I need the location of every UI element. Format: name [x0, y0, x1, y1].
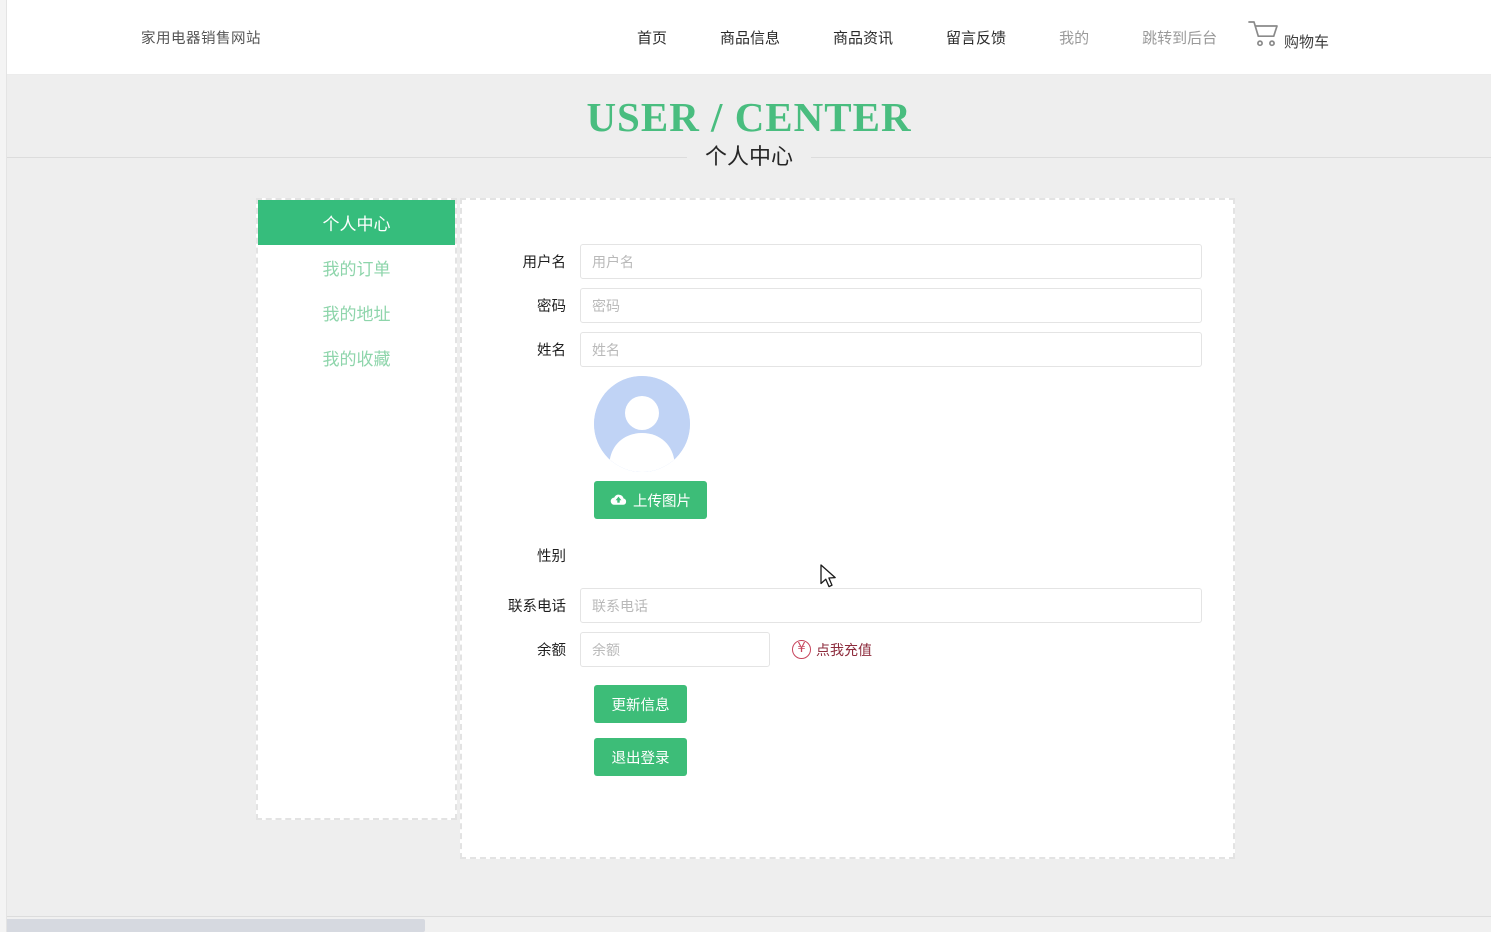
- password-label: 密码: [537, 299, 566, 315]
- phone-input[interactable]: [580, 588, 1202, 623]
- field-row-username: 用户名: [462, 244, 1237, 279]
- gender-options[interactable]: [580, 546, 980, 566]
- sidebar-item-my-address[interactable]: 我的地址: [258, 290, 455, 335]
- yen-circle-icon: ¥: [792, 640, 811, 659]
- username-label: 用户名: [522, 255, 567, 271]
- phone-label: 联系电话: [508, 599, 566, 615]
- fullname-input[interactable]: [580, 332, 1202, 367]
- shopping-cart-icon: [1247, 18, 1281, 50]
- avatar-row: 上传图片: [462, 376, 1237, 519]
- logout-button[interactable]: 退出登录: [594, 738, 687, 776]
- balance-label: 余额: [537, 643, 566, 659]
- field-row-fullname: 姓名: [462, 332, 1237, 367]
- cart-label: 购物车: [1283, 33, 1329, 51]
- user-avatar-placeholder-icon: [594, 376, 690, 472]
- sidebar-item-label: 我的地址: [322, 305, 391, 324]
- sidebar-item-my-orders[interactable]: 我的订单: [258, 245, 455, 290]
- recharge-label: 点我充值: [816, 641, 872, 658]
- username-input[interactable]: [580, 244, 1202, 279]
- fullname-label: 姓名: [537, 343, 566, 359]
- upload-image-button[interactable]: 上传图片: [594, 481, 707, 519]
- nav-item-mine[interactable]: 我的: [1059, 21, 1089, 54]
- site-header: 家用电器销售网站 首页 商品信息 商品资讯 留言反馈 我的 跳转到后台 购物车: [7, 0, 1491, 75]
- nav-item-home[interactable]: 首页: [637, 21, 667, 54]
- sidebar-item-label: 个人中心: [322, 215, 391, 234]
- horizontal-scrollbar-thumb[interactable]: [0, 919, 425, 932]
- user-center-sidebar: 个人中心 我的订单 我的地址 我的收藏: [256, 198, 457, 820]
- cart-link[interactable]: 购物车: [1247, 18, 1329, 51]
- field-row-password: 密码: [462, 288, 1237, 323]
- sidebar-item-label: 我的订单: [322, 260, 391, 279]
- nav-item-product-news[interactable]: 商品资讯: [833, 21, 893, 54]
- upload-image-label: 上传图片: [633, 493, 691, 510]
- cloud-upload-icon: [610, 493, 627, 507]
- recharge-link[interactable]: ¥ 点我充值: [792, 640, 872, 660]
- profile-form: 用户名 密码 姓名: [462, 200, 1237, 776]
- field-row-gender: 性别: [462, 545, 1237, 566]
- site-brand: 家用电器销售网站: [141, 31, 261, 47]
- gender-label: 性别: [537, 549, 566, 565]
- sidebar-item-personal-center[interactable]: 个人中心: [258, 200, 455, 245]
- page-root: 家用电器销售网站 首页 商品信息 商品资讯 留言反馈 我的 跳转到后台 购物车 …: [0, 0, 1491, 932]
- password-input[interactable]: [580, 288, 1202, 323]
- main-nav: 首页 商品信息 商品资讯 留言反馈 我的 跳转到后台: [637, 0, 1217, 75]
- sidebar-item-my-favorites[interactable]: 我的收藏: [258, 335, 455, 380]
- page-title-block: USER / CENTER 个人中心: [7, 75, 1491, 190]
- sidebar-item-label: 我的收藏: [322, 350, 391, 369]
- field-row-phone: 联系电话: [462, 588, 1237, 623]
- nav-item-admin-backend[interactable]: 跳转到后台: [1142, 21, 1217, 54]
- nav-item-feedback[interactable]: 留言反馈: [946, 21, 1006, 54]
- profile-panel: 用户名 密码 姓名: [460, 198, 1235, 859]
- field-row-balance: 余额 ¥ 点我充值: [462, 632, 1237, 667]
- horizontal-scrollbar-track[interactable]: [0, 916, 1491, 932]
- form-actions: 更新信息 退出登录: [462, 685, 1237, 776]
- page-title-english: USER / CENTER: [586, 94, 912, 140]
- page-left-edge: [0, 0, 7, 932]
- page-title-chinese: 个人中心: [686, 141, 811, 173]
- nav-item-product-info[interactable]: 商品信息: [720, 21, 780, 54]
- balance-input[interactable]: [580, 632, 770, 667]
- update-info-button[interactable]: 更新信息: [594, 685, 687, 723]
- page-title-chinese-wrap: 个人中心: [7, 141, 1491, 173]
